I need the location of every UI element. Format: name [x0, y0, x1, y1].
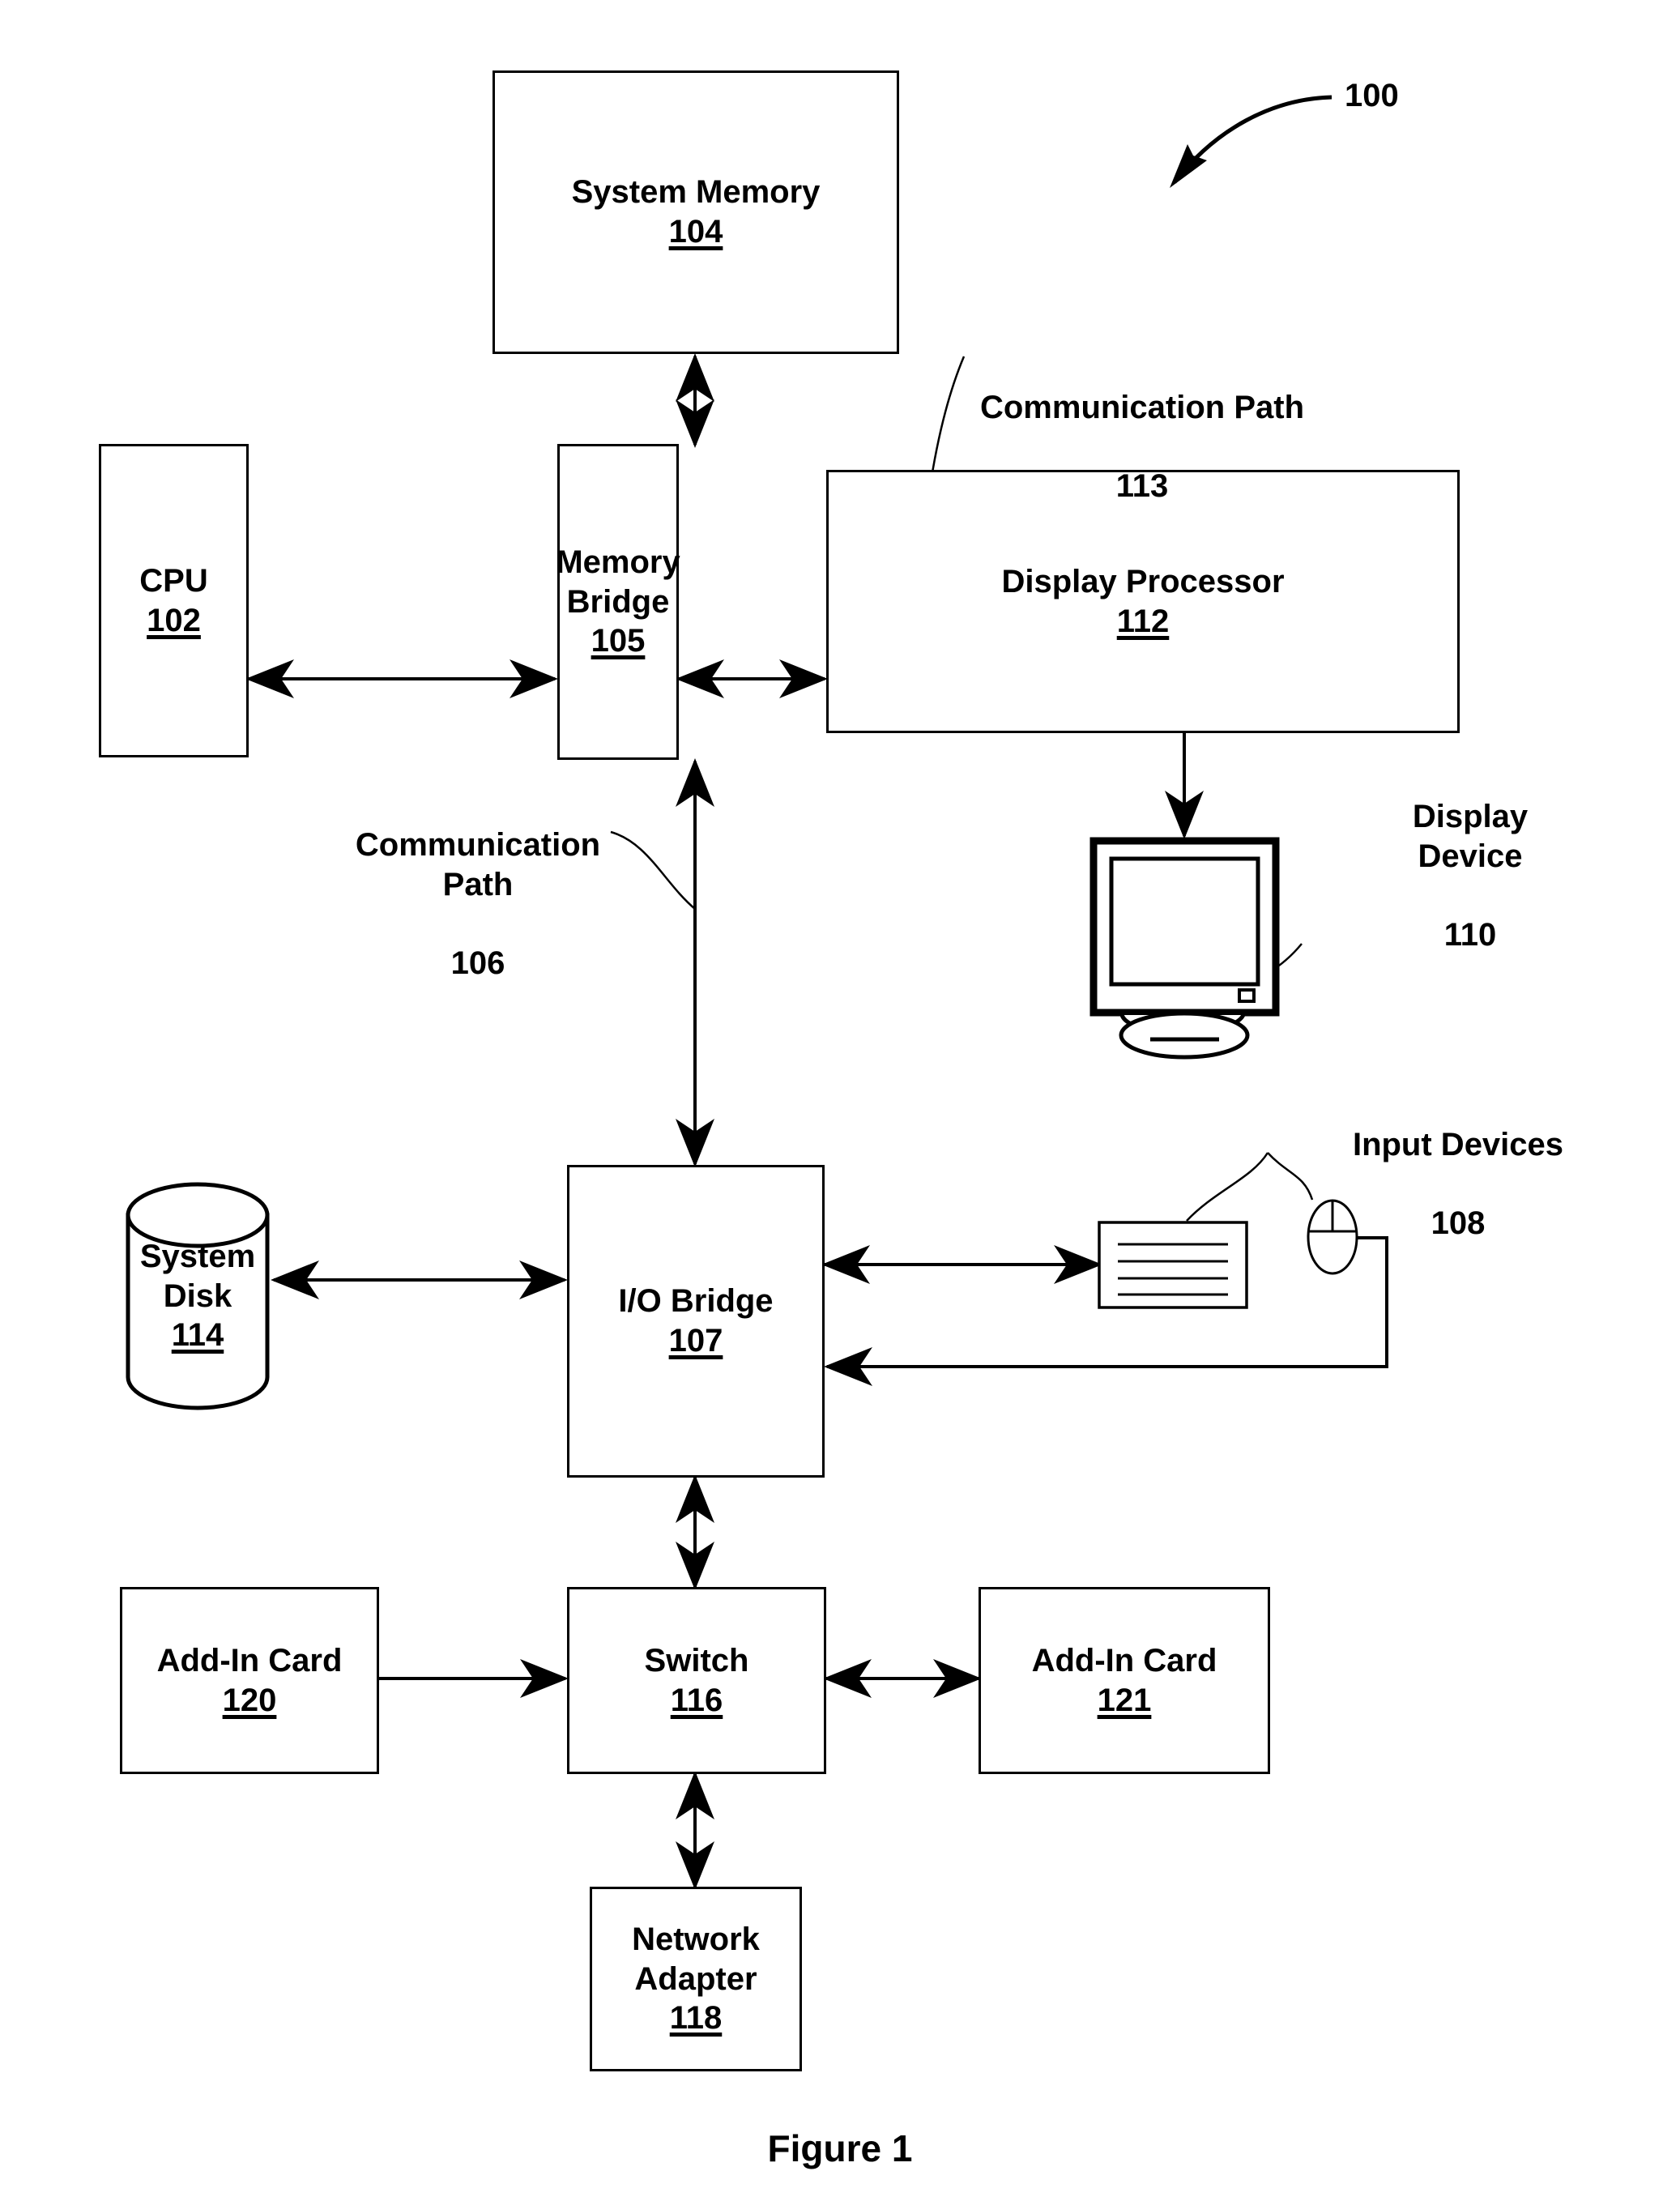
block-system-memory-number: 104 [668, 214, 723, 250]
figure-canvas: System Memory 104 CPU 102 Memory Bridge … [0, 0, 1680, 2201]
block-network-adapter-number: 118 [669, 2000, 723, 2037]
reference-100-arrow [1173, 95, 1332, 184]
block-switch[interactable]: Switch 116 [567, 1587, 826, 1774]
block-cpu-number: 102 [147, 602, 201, 638]
block-system-memory[interactable]: System Memory 104 [492, 70, 899, 354]
keyboard-icon [1098, 1221, 1248, 1309]
reference-numeral-100: 100 [1345, 36, 1474, 155]
block-add-in-card-121-number: 121 [1097, 1682, 1152, 1718]
block-add-in-card-121[interactable]: Add-In Card 121 [979, 1587, 1270, 1774]
annotation-communication-path-106: Communication Path 106 [308, 786, 648, 1023]
display-monitor-icon [1089, 837, 1280, 1060]
block-memory-bridge-number: 105 [591, 623, 646, 659]
leader-input-devices-108-keyboard [1186, 1152, 1269, 1222]
annotation-communication-path-113-number: 113 [1115, 468, 1169, 505]
block-system-memory-label: System Memory [571, 174, 821, 211]
block-memory-bridge[interactable]: Memory Bridge 105 [556, 444, 680, 760]
annotation-display-device-110-label: Display Device [1412, 798, 1529, 874]
block-switch-number: 116 [670, 1682, 723, 1718]
block-add-in-card-120-number: 120 [222, 1682, 277, 1718]
annotation-communication-path-106-label: Communication Path [355, 826, 601, 902]
block-io-bridge[interactable]: I/O Bridge 107 [567, 1165, 825, 1478]
block-cpu[interactable]: CPU 102 [99, 444, 249, 757]
block-display-processor-label: Display Processor [1001, 563, 1285, 599]
block-display-processor-number: 112 [1116, 603, 1170, 639]
block-network-adapter-label: Network Adapter [632, 1921, 760, 1997]
block-add-in-card-120[interactable]: Add-In Card 120 [120, 1587, 379, 1774]
block-memory-bridge-label: Memory Bridge [556, 544, 680, 620]
annotation-communication-path-106-number: 106 [450, 945, 505, 982]
block-switch-label: Switch [644, 1642, 749, 1678]
block-io-bridge-label: I/O Bridge [618, 1283, 774, 1320]
block-system-disk-number: 114 [171, 1317, 224, 1354]
annotation-input-devices-108-label: Input Devices [1352, 1126, 1564, 1162]
reference-numeral-100-text: 100 [1345, 77, 1399, 113]
annotation-communication-path-113: Communication Path 113 [915, 348, 1369, 546]
block-cpu-label: CPU [139, 562, 208, 599]
block-io-bridge-number: 107 [668, 1323, 723, 1359]
block-network-adapter[interactable]: Network Adapter 118 [590, 1887, 802, 2071]
block-system-disk[interactable]: System Disk 114 [128, 1184, 267, 1408]
figure-caption: Figure 1 [0, 2126, 1680, 2170]
block-add-in-card-120-label: Add-In Card [156, 1642, 343, 1678]
annotation-communication-path-113-label: Communication Path [979, 389, 1305, 425]
figure-caption-text: Figure 1 [767, 2127, 913, 2169]
block-system-disk-label: System Disk [139, 1238, 256, 1314]
block-add-in-card-121-label: Add-In Card [1031, 1642, 1217, 1678]
annotation-input-devices-108: Input Devices 108 [1296, 1086, 1620, 1283]
annotation-input-devices-108-number: 108 [1431, 1205, 1486, 1242]
annotation-display-device-110: Display Device 110 [1369, 757, 1571, 995]
annotation-display-device-110-number: 110 [1443, 917, 1497, 953]
